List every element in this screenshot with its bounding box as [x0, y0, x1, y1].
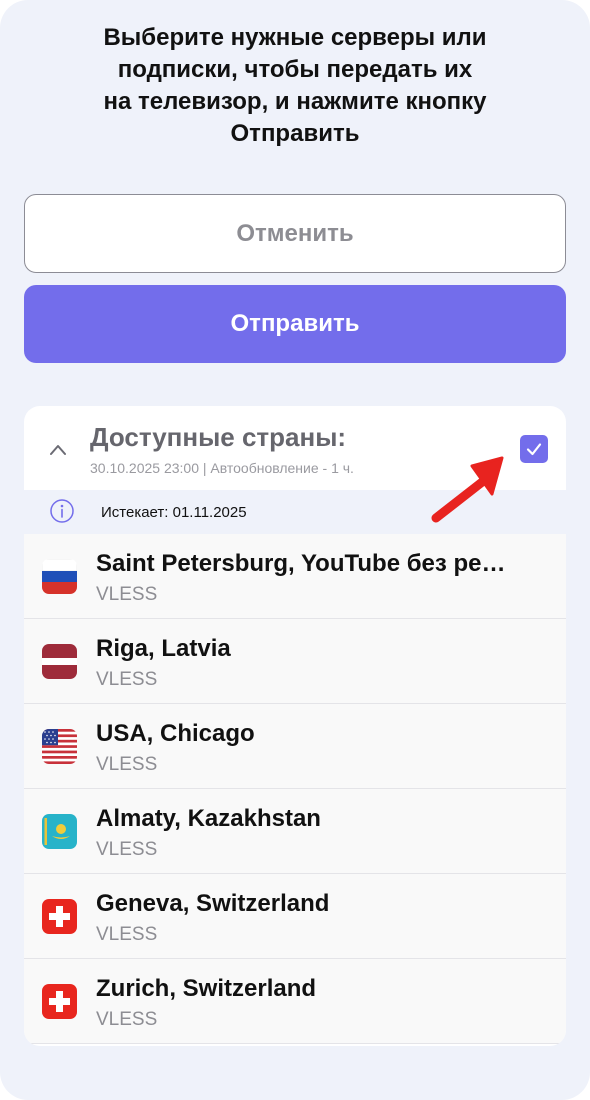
server-row[interactable]: Almaty, Kazakhstan VLESS — [24, 789, 566, 874]
server-protocol: VLESS — [96, 669, 158, 690]
cancel-button[interactable]: Отменить — [24, 194, 566, 273]
card-subtitle: 30.10.2025 23:00 | Автообновление - 1 ч. — [90, 460, 354, 476]
switzerland-flag-icon — [42, 984, 77, 1019]
kazakhstan-flag-icon — [42, 814, 77, 849]
expiry-date: Истекает: 01.11.2025 — [101, 504, 247, 521]
server-row[interactable]: Riga, Latvia VLESS — [24, 619, 566, 704]
switzerland-flag-icon — [42, 899, 77, 934]
usa-flag-icon — [42, 729, 77, 764]
annotation-arrow-icon — [431, 456, 504, 523]
screen: Выберите нужные серверы или подписки, чт… — [0, 0, 590, 1100]
latvia-flag-icon — [42, 644, 77, 679]
chevron-up-icon[interactable] — [50, 442, 66, 458]
server-row[interactable]: Zurich, Switzerland VLESS — [24, 959, 566, 1044]
card-title: Доступные страны: — [90, 422, 347, 452]
server-protocol: VLESS — [96, 924, 158, 945]
server-name: Geneva, Switzerland — [96, 890, 330, 917]
info-icon[interactable] — [50, 499, 74, 523]
server-name: Riga, Latvia — [96, 635, 231, 662]
server-name: USA, Chicago — [96, 720, 255, 747]
server-protocol: VLESS — [96, 1009, 158, 1030]
instruction-text: Выберите нужные серверы или подписки, чт… — [103, 24, 487, 147]
send-button[interactable]: Отправить — [24, 285, 566, 363]
server-name: Saint Petersburg, YouTube без рек… — [96, 550, 516, 577]
russia-flag-icon — [42, 559, 77, 594]
server-row[interactable]: USA, Chicago VLESS — [24, 704, 566, 789]
server-list: Saint Petersburg, YouTube без рек… VLESS… — [24, 534, 566, 1044]
server-protocol: VLESS — [96, 754, 158, 775]
server-row[interactable]: Saint Petersburg, YouTube без рек… VLESS — [24, 534, 566, 619]
server-row[interactable]: Geneva, Switzerland VLESS — [24, 874, 566, 959]
server-name: Almaty, Kazakhstan — [96, 805, 321, 832]
server-protocol: VLESS — [96, 839, 158, 860]
server-name: Zurich, Switzerland — [96, 975, 317, 1002]
server-protocol: VLESS — [96, 584, 158, 605]
